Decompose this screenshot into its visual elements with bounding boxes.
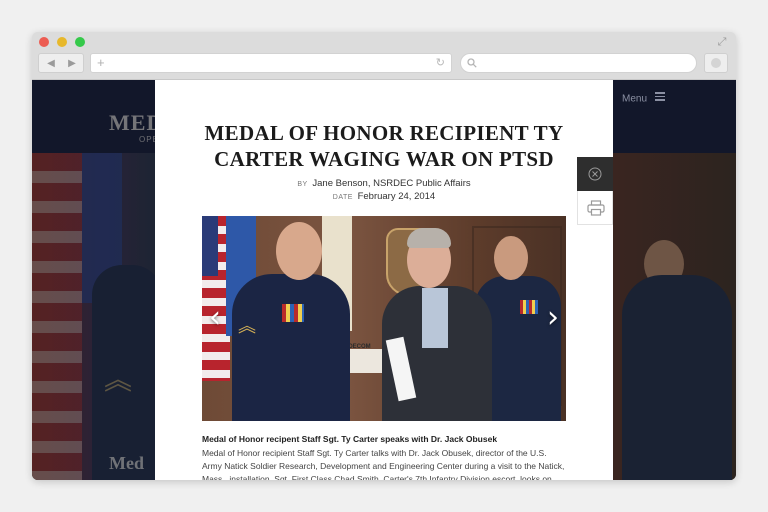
background-soldier-right — [622, 275, 732, 480]
background-heading: Med — [109, 453, 144, 473]
photo-soldier-carter — [232, 274, 350, 421]
photo-flag-canton — [202, 216, 218, 276]
back-button[interactable]: ◀ — [41, 55, 61, 72]
photo-director-hair — [407, 228, 451, 248]
site-menu-button[interactable]: Menu — [622, 90, 665, 105]
search-icon — [467, 58, 477, 68]
rank-chevron-icon: ︽ — [238, 316, 256, 336]
print-icon — [587, 200, 605, 216]
fullscreen-icon[interactable]: ⤢ — [716, 36, 728, 48]
rank-insignia-icon: ︽ — [104, 364, 133, 395]
slider-next-arrow-icon[interactable]: › — [542, 302, 564, 334]
photo-escort-ribbons — [520, 300, 538, 314]
hamburger-icon — [654, 90, 665, 103]
new-tab-icon[interactable]: + — [97, 54, 105, 72]
article-photo-slider: RDECOM ︽ ‹ › — [202, 216, 566, 421]
extension-button[interactable] — [704, 53, 728, 73]
article-title: MEDAL OF HONOR RECIPIENT TY CARTER WAGIN… — [204, 121, 564, 171]
slider-prev-arrow-icon[interactable]: ‹ — [204, 302, 226, 334]
article-dateline: DATE February 24, 2014 — [155, 191, 613, 202]
article-modal: MEDAL OF HONOR RECIPIENT TY CARTER WAGIN… — [155, 80, 613, 480]
photo-caption-title: Medal of Honor recipent Staff Sgt. Ty Ca… — [202, 434, 498, 444]
browser-window: ⤢ ◀ ▶ + ↻ MED OPE Menu ︽ Med MEDAL OF HO… — [32, 32, 736, 480]
article-author: Jane Benson, NSRDEC Public Affairs — [312, 178, 471, 189]
close-icon — [588, 167, 602, 181]
menu-label: Menu — [622, 93, 648, 105]
close-window-button[interactable] — [39, 37, 49, 47]
reload-icon[interactable]: ↻ — [436, 54, 445, 72]
background-flag — [32, 153, 82, 480]
byline-label: BY — [297, 181, 308, 188]
maximize-window-button[interactable] — [75, 37, 85, 47]
photo-escort-head — [494, 236, 528, 280]
search-input[interactable] — [460, 53, 697, 73]
photo-soldier-head — [276, 222, 322, 280]
nav-buttons: ◀ ▶ — [38, 53, 84, 73]
article-byline: BY Jane Benson, NSRDEC Public Affairs — [155, 178, 613, 189]
date-label: DATE — [332, 194, 353, 201]
photo-ribbons — [282, 304, 304, 322]
print-button[interactable] — [577, 191, 613, 225]
extension-icon — [711, 58, 721, 68]
photo-director-shirt — [422, 288, 448, 348]
close-modal-button[interactable] — [577, 157, 613, 191]
browser-toolbar: ⤢ ◀ ▶ + ↻ — [32, 32, 736, 80]
minimize-window-button[interactable] — [57, 37, 67, 47]
address-bar[interactable]: + ↻ — [90, 53, 452, 73]
article-date: February 24, 2014 — [357, 191, 436, 202]
forward-button[interactable]: ▶ — [62, 55, 82, 72]
photo-caption-body: Medal of Honor recipient Staff Sgt. Ty C… — [202, 448, 565, 480]
